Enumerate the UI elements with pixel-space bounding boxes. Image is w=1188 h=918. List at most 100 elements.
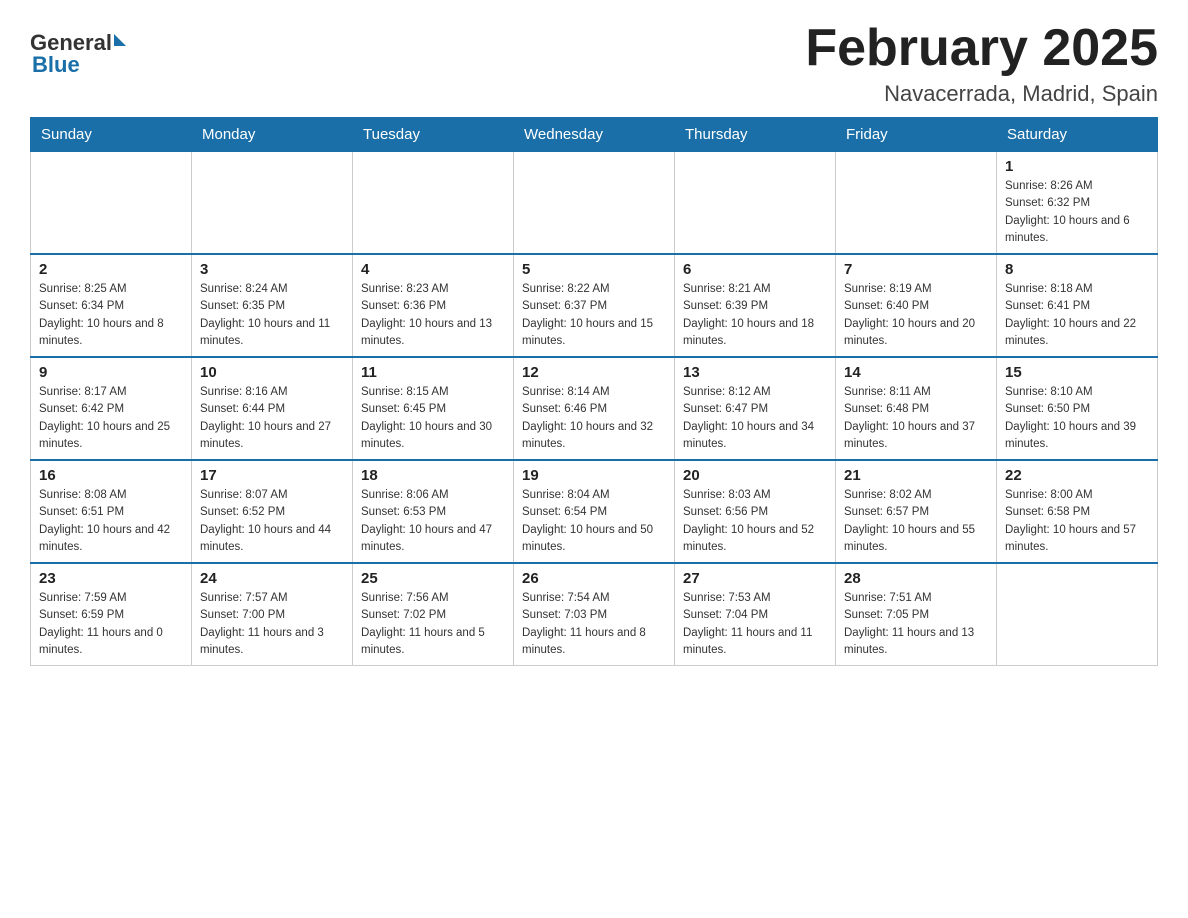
- table-row: 22 Sunrise: 8:00 AMSunset: 6:58 PMDayligh…: [997, 460, 1158, 563]
- day-info: Sunrise: 8:00 AMSunset: 6:58 PMDaylight:…: [1005, 487, 1149, 556]
- day-info: Sunrise: 7:57 AMSunset: 7:00 PMDaylight:…: [200, 590, 344, 659]
- calendar-header-row: Sunday Monday Tuesday Wednesday Thursday…: [31, 118, 1158, 152]
- day-info: Sunrise: 8:06 AMSunset: 6:53 PMDaylight:…: [361, 487, 505, 556]
- day-info: Sunrise: 8:04 AMSunset: 6:54 PMDaylight:…: [522, 487, 666, 556]
- table-row: 8 Sunrise: 8:18 AMSunset: 6:41 PMDaylight…: [997, 254, 1158, 357]
- logo-arrow-icon: [114, 34, 126, 46]
- logo-blue-text: Blue: [32, 52, 80, 77]
- table-row: 11 Sunrise: 8:15 AMSunset: 6:45 PMDayligh…: [353, 357, 514, 460]
- day-info: Sunrise: 8:18 AMSunset: 6:41 PMDaylight:…: [1005, 281, 1149, 350]
- day-number: 6: [683, 261, 827, 278]
- table-row: 24 Sunrise: 7:57 AMSunset: 7:00 PMDayligh…: [192, 563, 353, 666]
- day-info: Sunrise: 8:26 AMSunset: 6:32 PMDaylight:…: [1005, 178, 1149, 247]
- day-info: Sunrise: 8:10 AMSunset: 6:50 PMDaylight:…: [1005, 384, 1149, 453]
- day-number: 14: [844, 364, 988, 381]
- table-row: 12 Sunrise: 8:14 AMSunset: 6:46 PMDayligh…: [514, 357, 675, 460]
- table-row: 6Sunrise: 8:21 AMSunset: 6:39 PMDaylight…: [675, 254, 836, 357]
- calendar-table: Sunday Monday Tuesday Wednesday Thursday…: [30, 117, 1158, 666]
- table-row: 9 Sunrise: 8:17 AMSunset: 6:42 PMDaylight…: [31, 357, 192, 460]
- day-info: Sunrise: 8:19 AMSunset: 6:40 PMDaylight:…: [844, 281, 988, 350]
- table-row: 5 Sunrise: 8:22 AMSunset: 6:37 PMDaylight…: [514, 254, 675, 357]
- table-row: 19 Sunrise: 8:04 AMSunset: 6:54 PMDayligh…: [514, 460, 675, 563]
- day-number: 22: [1005, 467, 1149, 484]
- table-row: 1 Sunrise: 8:26 AMSunset: 6:32 PMDaylight…: [997, 152, 1158, 255]
- table-row: 27 Sunrise: 7:53 AMSunset: 7:04 PMDayligh…: [675, 563, 836, 666]
- day-info: Sunrise: 7:53 AMSunset: 7:04 PMDaylight:…: [683, 590, 827, 659]
- calendar-subtitle: Navacerrada, Madrid, Spain: [805, 81, 1158, 107]
- day-number: 11: [361, 364, 505, 381]
- day-info: Sunrise: 8:02 AMSunset: 6:57 PMDaylight:…: [844, 487, 988, 556]
- calendar-week-row: 16Sunrise: 8:08 AMSunset: 6:51 PMDayligh…: [31, 460, 1158, 563]
- col-friday: Friday: [836, 118, 997, 152]
- table-row: [31, 152, 192, 255]
- day-number: 5: [522, 261, 666, 278]
- calendar-week-row: 23Sunrise: 7:59 AMSunset: 6:59 PMDayligh…: [31, 563, 1158, 666]
- table-row: 23Sunrise: 7:59 AMSunset: 6:59 PMDayligh…: [31, 563, 192, 666]
- table-row: 3 Sunrise: 8:24 AMSunset: 6:35 PMDaylight…: [192, 254, 353, 357]
- day-info: Sunrise: 8:17 AMSunset: 6:42 PMDaylight:…: [39, 384, 183, 453]
- day-info: Sunrise: 7:59 AMSunset: 6:59 PMDaylight:…: [39, 590, 183, 659]
- day-info: Sunrise: 8:15 AMSunset: 6:45 PMDaylight:…: [361, 384, 505, 453]
- table-row: 20 Sunrise: 8:03 AMSunset: 6:56 PMDayligh…: [675, 460, 836, 563]
- day-number: 1: [1005, 158, 1149, 175]
- day-number: 26: [522, 570, 666, 587]
- day-number: 17: [200, 467, 344, 484]
- day-number: 19: [522, 467, 666, 484]
- col-wednesday: Wednesday: [514, 118, 675, 152]
- table-row: [353, 152, 514, 255]
- day-info: Sunrise: 8:24 AMSunset: 6:35 PMDaylight:…: [200, 281, 344, 350]
- col-thursday: Thursday: [675, 118, 836, 152]
- day-info: Sunrise: 7:51 AMSunset: 7:05 PMDaylight:…: [844, 590, 988, 659]
- col-monday: Monday: [192, 118, 353, 152]
- table-row: 17 Sunrise: 8:07 AMSunset: 6:52 PMDayligh…: [192, 460, 353, 563]
- col-tuesday: Tuesday: [353, 118, 514, 152]
- logo: General Blue: [30, 20, 128, 78]
- title-block: February 2025 Navacerrada, Madrid, Spain: [805, 20, 1158, 107]
- day-info: Sunrise: 8:22 AMSunset: 6:37 PMDaylight:…: [522, 281, 666, 350]
- day-info: Sunrise: 8:25 AMSunset: 6:34 PMDaylight:…: [39, 281, 183, 350]
- day-number: 13: [683, 364, 827, 381]
- table-row: 2 Sunrise: 8:25 AMSunset: 6:34 PMDaylight…: [31, 254, 192, 357]
- calendar-title: February 2025: [805, 20, 1158, 77]
- day-number: 18: [361, 467, 505, 484]
- day-number: 21: [844, 467, 988, 484]
- day-info: Sunrise: 7:56 AMSunset: 7:02 PMDaylight:…: [361, 590, 505, 659]
- table-row: 25 Sunrise: 7:56 AMSunset: 7:02 PMDayligh…: [353, 563, 514, 666]
- calendar-week-row: 9 Sunrise: 8:17 AMSunset: 6:42 PMDaylight…: [31, 357, 1158, 460]
- day-info: Sunrise: 7:54 AMSunset: 7:03 PMDaylight:…: [522, 590, 666, 659]
- table-row: 13 Sunrise: 8:12 AMSunset: 6:47 PMDayligh…: [675, 357, 836, 460]
- day-number: 16: [39, 467, 183, 484]
- day-number: 27: [683, 570, 827, 587]
- day-number: 20: [683, 467, 827, 484]
- day-number: 12: [522, 364, 666, 381]
- page-header: General Blue February 2025 Navacerrada, …: [30, 20, 1158, 107]
- table-row: 28Sunrise: 7:51 AMSunset: 7:05 PMDayligh…: [836, 563, 997, 666]
- calendar-week-row: 2 Sunrise: 8:25 AMSunset: 6:34 PMDaylight…: [31, 254, 1158, 357]
- table-row: 21 Sunrise: 8:02 AMSunset: 6:57 PMDayligh…: [836, 460, 997, 563]
- day-number: 4: [361, 261, 505, 278]
- col-saturday: Saturday: [997, 118, 1158, 152]
- calendar-week-row: 1 Sunrise: 8:26 AMSunset: 6:32 PMDaylight…: [31, 152, 1158, 255]
- day-number: 24: [200, 570, 344, 587]
- table-row: [836, 152, 997, 255]
- day-info: Sunrise: 8:12 AMSunset: 6:47 PMDaylight:…: [683, 384, 827, 453]
- table-row: 4Sunrise: 8:23 AMSunset: 6:36 PMDaylight…: [353, 254, 514, 357]
- day-number: 15: [1005, 364, 1149, 381]
- table-row: 26 Sunrise: 7:54 AMSunset: 7:03 PMDayligh…: [514, 563, 675, 666]
- table-row: 10 Sunrise: 8:16 AMSunset: 6:44 PMDayligh…: [192, 357, 353, 460]
- table-row: 7Sunrise: 8:19 AMSunset: 6:40 PMDaylight…: [836, 254, 997, 357]
- day-number: 8: [1005, 261, 1149, 278]
- day-info: Sunrise: 8:03 AMSunset: 6:56 PMDaylight:…: [683, 487, 827, 556]
- day-info: Sunrise: 8:16 AMSunset: 6:44 PMDaylight:…: [200, 384, 344, 453]
- col-sunday: Sunday: [31, 118, 192, 152]
- day-number: 10: [200, 364, 344, 381]
- table-row: 18 Sunrise: 8:06 AMSunset: 6:53 PMDayligh…: [353, 460, 514, 563]
- day-number: 9: [39, 364, 183, 381]
- day-info: Sunrise: 8:07 AMSunset: 6:52 PMDaylight:…: [200, 487, 344, 556]
- day-number: 3: [200, 261, 344, 278]
- day-info: Sunrise: 8:14 AMSunset: 6:46 PMDaylight:…: [522, 384, 666, 453]
- day-number: 2: [39, 261, 183, 278]
- day-number: 25: [361, 570, 505, 587]
- day-info: Sunrise: 8:11 AMSunset: 6:48 PMDaylight:…: [844, 384, 988, 453]
- table-row: [514, 152, 675, 255]
